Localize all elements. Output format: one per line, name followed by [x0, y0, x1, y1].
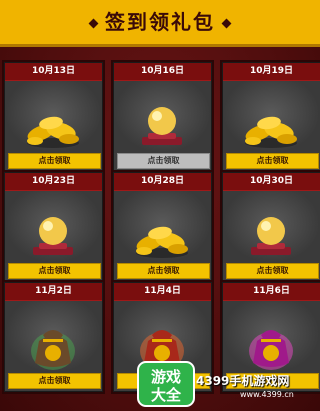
gold-leaves-icon — [136, 226, 188, 258]
claim-button[interactable]: 点击领取 — [226, 153, 319, 169]
card-image-area: 金叶子x158 — [5, 81, 102, 165]
watermark-site-url: www.4399.cn — [240, 390, 294, 399]
pearl-orb-icon — [251, 217, 291, 255]
diamond-right-icon — [221, 18, 232, 29]
header-banner: 签到领礼包 — [0, 0, 320, 47]
card-date: 10月19日 — [223, 63, 320, 81]
card-date: 11月6日 — [223, 283, 320, 301]
pearl-orb-icon — [142, 107, 182, 145]
reward-card: 10月30日培养丹x308点击领取 — [222, 172, 320, 282]
claim-button[interactable]: 点击领取 — [226, 263, 319, 279]
card-date: 11月2日 — [5, 283, 102, 301]
card-image-area: 培养丹x188 — [114, 81, 211, 165]
card-date: 10月13日 — [5, 63, 102, 81]
card-image-area: 粘媒大礼包 — [5, 301, 102, 385]
card-date: 11月4日 — [114, 283, 211, 301]
reward-card: 10月19日金叶子x208点击领取 — [222, 62, 320, 172]
pearl-orb-icon — [33, 217, 73, 255]
card-date: 10月23日 — [5, 173, 102, 191]
page-title: 签到领礼包 — [0, 6, 320, 35]
card-date: 10月16日 — [114, 63, 211, 81]
reward-card: 10月28日金叶子x288点击领取 — [113, 172, 212, 282]
diamond-left-icon — [88, 18, 99, 29]
watermark-site-name: 4399手机游戏网 — [196, 374, 290, 388]
gold-leaves-icon — [27, 116, 79, 148]
claim-button[interactable]: 点击领取 — [117, 263, 210, 279]
claim-button[interactable]: 点击领取 — [8, 263, 101, 279]
reward-card: 10月16日培养丹x188点击领取 — [113, 62, 212, 172]
claim-button[interactable]: 点击领取 — [8, 153, 101, 169]
card-image-area: 培养丹x258 — [5, 191, 102, 275]
claim-button[interactable]: 点击领取 — [8, 373, 101, 389]
green-gift-bag-icon — [31, 330, 75, 370]
watermark-logo-line2: 大全 — [151, 386, 182, 404]
purple-gift-bag-icon — [249, 330, 293, 370]
claim-button[interactable]: 点击领取 — [117, 153, 210, 169]
watermark-logo-line1: 游戏 — [151, 368, 181, 386]
card-image-area: 金叶子x288 — [114, 191, 211, 275]
gold-leaves-icon — [245, 116, 297, 148]
card-image-area: 金叶子x208 — [223, 81, 320, 165]
card-image-area: 3周年典藏大礼包 — [223, 301, 320, 385]
card-date: 10月28日 — [114, 173, 211, 191]
reward-card: 11月2日粘媒大礼包点击领取 — [4, 282, 103, 392]
reward-card: 10月13日金叶子x158点击领取 — [4, 62, 103, 172]
card-image-area: 培养丹x308 — [223, 191, 320, 275]
watermark-logo-icon: 游戏 大全 — [137, 361, 195, 407]
card-date: 10月30日 — [223, 173, 320, 191]
reward-card: 10月23日培养丹x258点击领取 — [4, 172, 103, 282]
page-title-text: 签到领礼包 — [105, 10, 215, 34]
